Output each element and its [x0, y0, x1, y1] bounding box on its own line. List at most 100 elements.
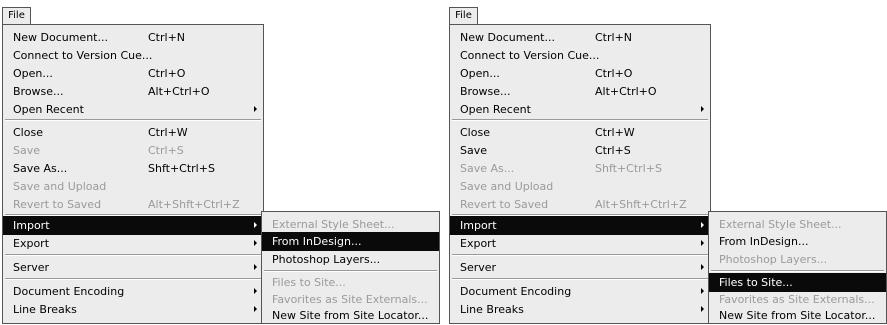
- menu-item-save-and-upload: Save and Upload: [3, 177, 263, 196]
- menu-item-label: Open...: [13, 67, 53, 80]
- menu-item-label: Export: [460, 237, 497, 250]
- menu-item-new-document[interactable]: New Document... Ctrl+N: [450, 28, 710, 47]
- menu-item-shortcut: Ctrl+W: [595, 126, 635, 139]
- file-menu: New Document... Ctrl+N Connect to Version…: [449, 24, 711, 324]
- file-menu-tab[interactable]: File: [449, 7, 478, 24]
- menu-item-revert-to-saved: Revert to Saved Alt+Shft+Ctrl+Z: [450, 195, 710, 214]
- menu-item-document-encoding[interactable]: Document Encoding: [3, 282, 263, 301]
- menu-item-label: Document Encoding: [460, 285, 572, 298]
- menu-item-export[interactable]: Export: [450, 234, 710, 253]
- menu-item-open[interactable]: Open... Ctrl+O: [450, 64, 710, 83]
- menu-separator: [5, 278, 261, 280]
- submenu-arrow-icon: [701, 106, 704, 112]
- menu-item-save[interactable]: Save Ctrl+S: [450, 141, 710, 160]
- menu-item-label: Line Breaks: [460, 303, 524, 316]
- menu-item-save-and-upload: Save and Upload: [450, 177, 710, 196]
- menu-item-save-as[interactable]: Save As... Shft+Ctrl+S: [3, 159, 263, 178]
- submenu-arrow-icon: [254, 106, 257, 112]
- submenu-arrow-icon: [701, 240, 704, 246]
- menu-item-shortcut: Ctrl+N: [148, 31, 186, 44]
- submenu-arrow-icon: [701, 288, 704, 294]
- import-submenu: External Style Sheet... From InDesign...…: [708, 211, 887, 324]
- menu-separator: [452, 254, 708, 256]
- submenu-arrow-icon: [254, 240, 257, 246]
- menu-item-label: Line Breaks: [13, 303, 77, 316]
- menu-item-label: Photoshop Layers...: [272, 253, 381, 266]
- submenu-item-new-site-from-site-locator[interactable]: New Site from Site Locator...: [262, 306, 439, 325]
- menu-item-label: New Document...: [460, 31, 555, 44]
- submenu-arrow-icon: [701, 306, 704, 312]
- menu-item-label: Export: [13, 237, 50, 250]
- menu-item-label: Browse...: [13, 85, 64, 98]
- menu-item-line-breaks[interactable]: Line Breaks: [3, 300, 263, 319]
- menu-item-save: Save Ctrl+S: [3, 141, 263, 160]
- menu-item-server[interactable]: Server: [450, 258, 710, 277]
- menu-item-document-encoding[interactable]: Document Encoding: [450, 282, 710, 301]
- submenu-arrow-icon: [254, 306, 257, 312]
- submenu-item-new-site-from-site-locator[interactable]: New Site from Site Locator...: [709, 306, 886, 325]
- import-submenu: External Style Sheet... From InDesign...…: [261, 211, 440, 324]
- menu-item-shortcut: Alt+Shft+Ctrl+Z: [148, 198, 240, 211]
- menu-item-server[interactable]: Server: [3, 258, 263, 277]
- menu-separator: [5, 254, 261, 256]
- submenu-arrow-icon: [701, 264, 704, 270]
- submenu-arrow-icon: [254, 222, 257, 228]
- menu-item-import[interactable]: Import: [450, 216, 710, 235]
- menu-item-open-recent[interactable]: Open Recent: [3, 100, 263, 119]
- menu-item-label: Document Encoding: [13, 285, 125, 298]
- menu-item-export[interactable]: Export: [3, 234, 263, 253]
- menu-item-label: Save As...: [460, 162, 515, 175]
- menu-item-open[interactable]: Open... Ctrl+O: [3, 64, 263, 83]
- menu-item-shortcut: Ctrl+W: [148, 126, 188, 139]
- submenu-item-from-indesign[interactable]: From InDesign...: [262, 232, 439, 251]
- menu-item-connect-version-cue[interactable]: Connect to Version Cue...: [3, 46, 263, 65]
- menu-item-import[interactable]: Import: [3, 216, 263, 235]
- menu-item-open-recent[interactable]: Open Recent: [450, 100, 710, 119]
- menu-item-label: Revert to Saved: [460, 198, 549, 211]
- menu-item-shortcut: Shft+Ctrl+S: [148, 162, 215, 175]
- menu-item-line-breaks[interactable]: Line Breaks: [450, 300, 710, 319]
- menu-item-close[interactable]: Close Ctrl+W: [450, 123, 710, 142]
- menu-item-label: From InDesign...: [272, 235, 362, 248]
- menu-item-shortcut: Ctrl+O: [148, 67, 186, 80]
- menu-item-connect-version-cue[interactable]: Connect to Version Cue...: [450, 46, 710, 65]
- menu-item-label: New Site from Site Locator...: [719, 309, 876, 322]
- menu-item-label: Server: [460, 261, 497, 274]
- menu-item-browse[interactable]: Browse... Alt+Ctrl+O: [3, 82, 263, 101]
- menu-item-label: Open Recent: [460, 103, 531, 116]
- menu-item-shortcut: Ctrl+N: [595, 31, 633, 44]
- menu-item-close[interactable]: Close Ctrl+W: [3, 123, 263, 142]
- menu-item-shortcut: Ctrl+S: [148, 144, 184, 157]
- menu-item-shortcut: Ctrl+S: [595, 144, 631, 157]
- menu-item-label: Server: [13, 261, 50, 274]
- submenu-item-from-indesign[interactable]: From InDesign...: [709, 232, 886, 251]
- submenu-item-photoshop-layers[interactable]: Photoshop Layers...: [262, 250, 439, 269]
- file-menu-panel-left: File New Document... Ctrl+N Connect to Ve…: [0, 0, 440, 324]
- menu-item-label: Save: [460, 144, 488, 157]
- menu-item-label: Open Recent: [13, 103, 84, 116]
- menu-item-label: Connect to Version Cue...: [13, 49, 153, 62]
- menu-item-label: Photoshop Layers...: [719, 253, 828, 266]
- menu-separator: [264, 270, 437, 272]
- menu-item-revert-to-saved: Revert to Saved Alt+Shft+Ctrl+Z: [3, 195, 263, 214]
- menu-item-shortcut: Alt+Ctrl+O: [595, 85, 657, 98]
- menu-item-label: Save As...: [13, 162, 68, 175]
- menu-item-label: Revert to Saved: [13, 198, 102, 211]
- menu-item-label: From InDesign...: [719, 235, 809, 248]
- menu-item-browse[interactable]: Browse... Alt+Ctrl+O: [450, 82, 710, 101]
- menu-item-label: Save and Upload: [460, 180, 554, 193]
- menu-item-label: Import: [13, 219, 50, 232]
- menu-separator: [5, 119, 261, 121]
- submenu-arrow-icon: [254, 288, 257, 294]
- menu-separator: [711, 270, 884, 272]
- menu-item-label: Save: [13, 144, 41, 157]
- menu-item-shortcut: Ctrl+O: [595, 67, 633, 80]
- menu-separator: [452, 119, 708, 121]
- menu-item-shortcut: Shft+Ctrl+S: [595, 162, 662, 175]
- menu-item-new-document[interactable]: New Document... Ctrl+N: [3, 28, 263, 47]
- submenu-arrow-icon: [254, 264, 257, 270]
- file-menu-tab[interactable]: File: [2, 7, 31, 24]
- menu-item-shortcut: Alt+Shft+Ctrl+Z: [595, 198, 687, 211]
- menu-item-label: Import: [460, 219, 497, 232]
- submenu-arrow-icon: [701, 222, 704, 228]
